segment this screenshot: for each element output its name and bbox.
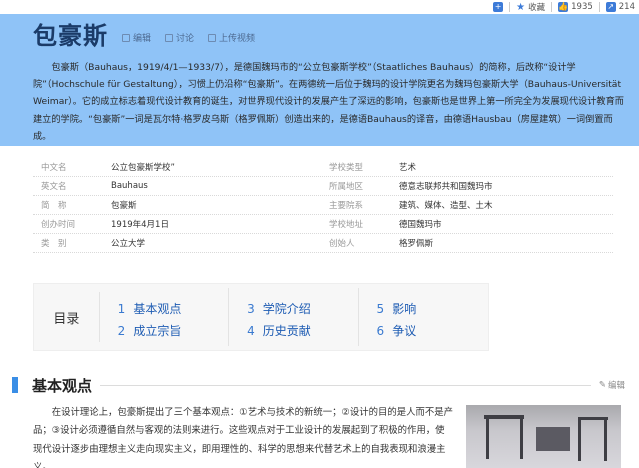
info-key: 创始人 — [329, 239, 355, 249]
info-value: Bauhaus — [111, 181, 148, 191]
info-row: 中文名 公立包豪斯学校” 学校类型 艺术 — [33, 158, 613, 177]
table-of-contents: 目录 1 基本观点 2 成立宗旨 3 学院介绍 4 历史贡献 5 影响 6 争议 — [33, 283, 489, 351]
section-title: 基本观点 — [32, 376, 93, 395]
collect-button[interactable]: ★ 收藏 — [516, 1, 546, 14]
toc-text: 成立宗旨 — [133, 324, 182, 338]
image-detail — [604, 417, 607, 461]
toc-column: 3 学院介绍 4 历史贡献 — [229, 288, 359, 346]
add-button[interactable]: + — [493, 2, 504, 12]
upload-video-label: 上传视频 — [219, 34, 256, 44]
divider — [509, 2, 511, 12]
info-box: 中文名 公立包豪斯学校” 学校类型 艺术 英文名 Bauhaus 所属地区 德意… — [33, 158, 613, 253]
toc-text: 基本观点 — [133, 302, 182, 316]
image-detail — [520, 419, 523, 459]
share-button[interactable]: ↗ 214 — [605, 2, 635, 12]
divider — [598, 2, 600, 12]
upload-video-button[interactable]: 上传视频 — [208, 31, 255, 44]
toc-item[interactable]: 6 争议 — [377, 320, 488, 342]
toc-number: 3 — [247, 302, 255, 316]
toc-number: 2 — [117, 324, 126, 338]
info-key: 简 称 — [41, 201, 67, 211]
toc-number: 6 — [376, 324, 385, 338]
pencil-icon: ✎ — [598, 380, 606, 390]
info-value: 建筑、媒体、造型、土木 — [399, 201, 493, 211]
toc-text: 历史贡献 — [262, 324, 311, 338]
toc-text: 争议 — [392, 324, 417, 338]
summary-block: 包豪斯 编辑 讨论 上传视频 包豪斯（Bauhaus，1919/4/1—1933… — [0, 14, 639, 146]
discuss-button[interactable]: 讨论 — [165, 31, 194, 44]
toc-label: 目录 — [34, 292, 100, 342]
info-key: 英文名 — [41, 182, 67, 192]
discuss-icon — [165, 33, 174, 42]
info-value: 艺术 — [399, 163, 417, 173]
image-detail — [536, 427, 570, 451]
image-detail — [486, 419, 489, 459]
toc-item[interactable]: 4 历史贡献 — [247, 320, 357, 342]
info-key: 中文名 — [41, 163, 67, 173]
toc-number: 1 — [117, 302, 126, 316]
edit-label: 编辑 — [133, 34, 152, 44]
section-edit-label: 编辑 — [607, 381, 625, 391]
info-value: 德意志联邦共和国魏玛市 — [399, 182, 493, 192]
info-value: 公立包豪斯学校” — [111, 163, 175, 173]
info-key: 学校类型 — [329, 163, 364, 173]
discuss-label: 讨论 — [176, 34, 195, 44]
divider — [551, 2, 553, 12]
title-actions: 编辑 讨论 上传视频 — [122, 31, 255, 44]
title-row: 包豪斯 编辑 讨论 上传视频 — [33, 20, 631, 50]
toc-number: 5 — [376, 302, 385, 316]
toc-text: 影响 — [392, 302, 417, 316]
collect-label: 收藏 — [528, 3, 546, 13]
info-value: 1919年4月1日 — [111, 220, 169, 230]
info-value: 德国魏玛市 — [399, 220, 442, 230]
info-value: 格罗佩斯 — [399, 239, 434, 249]
toc-column: 1 基本观点 2 成立宗旨 — [100, 288, 230, 346]
divider — [100, 384, 591, 386]
like-button[interactable]: 👍 1935 — [558, 2, 593, 12]
section-paragraph: 在设计理论上，包豪斯提出了三个基本观点：①艺术与技术的新统一；②设计的目的是人而… — [33, 407, 453, 468]
info-row: 创办时间 1919年4月1日 学校地址 德国魏玛市 — [33, 215, 613, 234]
toc-number: 4 — [247, 324, 255, 338]
toc-item[interactable]: 3 学院介绍 — [247, 298, 357, 320]
toc-item[interactable]: 2 成立宗旨 — [118, 320, 228, 342]
info-row: 简 称 包豪斯 主要院系 建筑、媒体、造型、土木 — [33, 196, 613, 215]
share-count: 214 — [618, 2, 635, 12]
info-key: 创办时间 — [41, 220, 76, 230]
edit-button[interactable]: 编辑 — [122, 31, 151, 44]
toc-item[interactable]: 5 影响 — [377, 298, 488, 320]
top-action-bar: + ★ 收藏 👍 1935 ↗ 214 — [493, 0, 635, 14]
section-edit-button[interactable]: ✎ 编辑 — [599, 379, 625, 391]
summary-paragraph: 包豪斯（Bauhaus，1919/4/1—1933/7），是德国魏玛市的“公立包… — [33, 62, 624, 142]
video-icon — [208, 33, 217, 42]
star-icon: ★ — [516, 1, 526, 13]
plus-icon: + — [493, 2, 504, 12]
image-detail — [484, 415, 524, 419]
toc-column: 5 影响 6 争议 — [359, 288, 488, 346]
toc-item[interactable]: 1 基本观点 — [118, 298, 228, 320]
info-value: 包豪斯 — [111, 201, 137, 211]
edit-icon — [122, 33, 130, 42]
section-image[interactable] — [466, 405, 621, 468]
info-key: 类 别 — [41, 239, 67, 249]
info-key: 所属地区 — [329, 182, 364, 192]
thumbs-up-icon: 👍 — [558, 2, 569, 12]
toc-text: 学院介绍 — [262, 302, 311, 316]
info-row: 类 别 公立大学 创始人 格罗佩斯 — [33, 234, 613, 253]
section-accent-bar — [12, 377, 18, 393]
like-count: 1935 — [571, 2, 593, 12]
section-heading: 基本观点 ✎ 编辑 — [12, 375, 625, 395]
image-detail — [578, 417, 581, 461]
info-key: 主要院系 — [329, 201, 364, 211]
info-key: 学校地址 — [329, 220, 364, 230]
info-row: 英文名 Bauhaus 所属地区 德意志联邦共和国魏玛市 — [33, 177, 613, 196]
share-icon: ↗ — [605, 2, 616, 12]
info-value: 公立大学 — [111, 239, 146, 249]
page-title: 包豪斯 — [33, 21, 108, 50]
